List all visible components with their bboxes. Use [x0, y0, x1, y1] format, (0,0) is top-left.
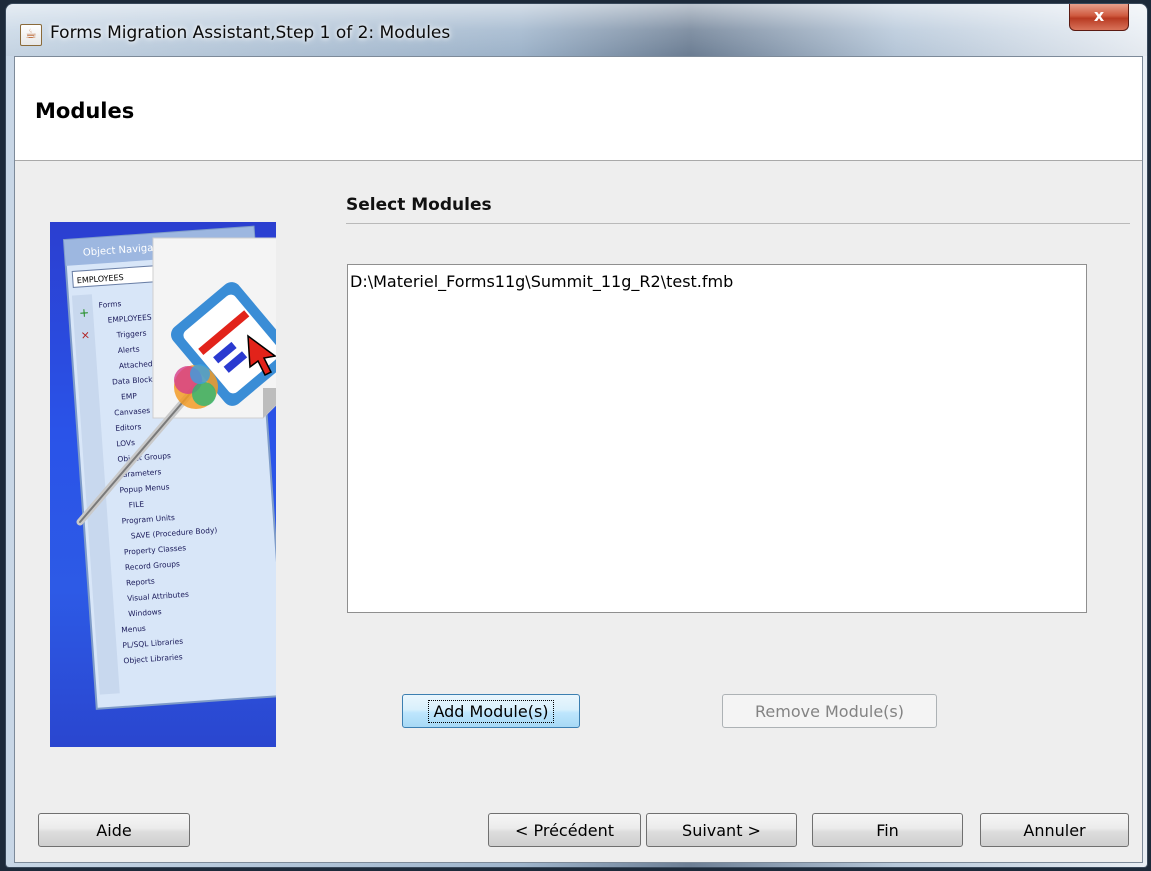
cancel-button[interactable]: Annuler: [980, 813, 1129, 847]
tree-node-label: EMP: [121, 391, 138, 401]
list-item[interactable]: D:\Materiel_Forms11g\Summit_11g_R2\test.…: [348, 272, 733, 291]
wizard-graphic: Object Navigator EMPLOYEES + × Forms EMPL…: [50, 222, 276, 747]
dialog-content: Modules Object Navigator EMPLOYEES + × F…: [14, 56, 1143, 863]
section-separator: [346, 223, 1130, 224]
tree-node-label: Alerts: [118, 345, 140, 356]
previous-button[interactable]: < Précédent: [488, 813, 641, 847]
tree-node-label: Editors: [115, 422, 142, 433]
tree-node-label: FILE: [128, 500, 144, 510]
dialog-window: ☕ Forms Migration Assistant,Step 1 of 2:…: [6, 4, 1147, 867]
page-title: Modules: [35, 99, 135, 123]
java-app-icon: ☕: [20, 24, 42, 46]
header-panel: Modules: [15, 57, 1142, 161]
svg-text:+: +: [79, 305, 90, 320]
tree-node-label: Menus: [121, 624, 146, 635]
help-button[interactable]: Aide: [38, 813, 190, 847]
finish-button[interactable]: Fin: [812, 813, 963, 847]
select-modules-label: Select Modules: [346, 195, 492, 215]
window-title: Forms Migration Assistant,Step 1 of 2: M…: [50, 23, 451, 43]
tree-node-label: LOVs: [116, 438, 135, 448]
svg-text:×: ×: [80, 328, 90, 342]
object-navigator-illustration: Object Navigator EMPLOYEES + × FormsEMPL…: [62, 225, 276, 710]
add-modules-button[interactable]: Add Module(s): [402, 694, 580, 728]
add-modules-label: Add Module(s): [428, 699, 554, 723]
close-button[interactable]: x: [1069, 4, 1129, 31]
remove-modules-button[interactable]: Remove Module(s): [722, 694, 937, 728]
title-bar[interactable]: ☕ Forms Migration Assistant,Step 1 of 2:…: [6, 4, 1147, 56]
tree-node-label: Forms: [98, 299, 121, 310]
next-button[interactable]: Suivant >: [646, 813, 797, 847]
module-list[interactable]: D:\Materiel_Forms11g\Summit_11g_R2\test.…: [347, 264, 1087, 613]
